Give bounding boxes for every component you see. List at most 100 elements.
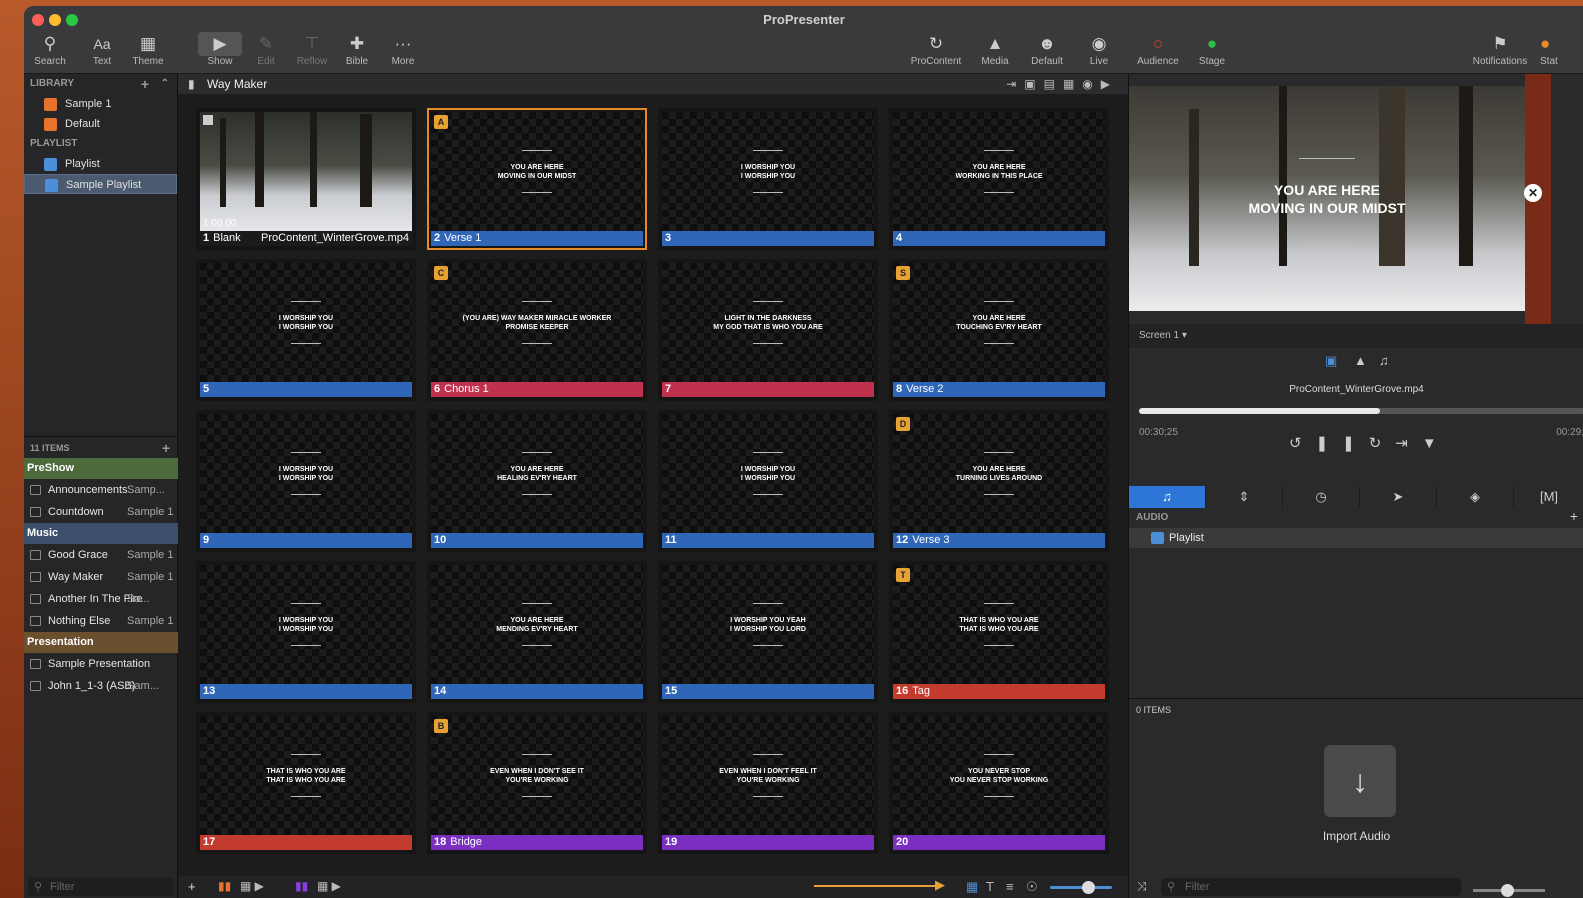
playlist-item-sample-playlist[interactable]: Sample Playlist	[24, 174, 177, 194]
slide-thumbnail[interactable]: 1:00.00 1 Blank ProContent_WinterGrove.mp4	[196, 108, 416, 250]
add-slide-icon[interactable]: +	[188, 879, 196, 894]
slide-thumbnail[interactable]: YOU ARE HERE TURNING LIVES AROUND D 12 Ver…	[889, 410, 1109, 552]
item-title: John 1_1-3 (ASB)	[48, 680, 136, 692]
collapse-icon[interactable]: ⌃	[161, 74, 169, 94]
list-item[interactable]: Way Maker Sample 1	[24, 566, 178, 588]
easy-view-icon[interactable]: ☉	[1026, 879, 1038, 895]
layout-icons-2[interactable]: ▦ ▶	[317, 879, 341, 893]
slide-thumbnail[interactable]: I WORSHIP YOU I WORSHIP YOU 3	[658, 108, 878, 250]
slide-label-bar: 18 Bridge	[431, 835, 643, 850]
sidebar-filter-input[interactable]: ⚲ Filter	[28, 878, 174, 896]
slide-canvas: YOU ARE HERE WORKING IN THIS PLACE	[893, 112, 1105, 231]
props-icon: ⇕	[1238, 489, 1250, 504]
slide-thumbnail[interactable]: LIGHT IN THE DARKNESS MY GOD THAT IS WHO…	[658, 259, 878, 401]
zoom-slider-knob[interactable]	[1082, 881, 1095, 894]
rewind-15-icon[interactable]: ↺	[1289, 435, 1316, 452]
library-item-sample-1[interactable]: Sample 1	[24, 94, 177, 114]
pause-icon[interactable]: ❚❚	[1316, 435, 1369, 452]
tab-timers[interactable]: ◷	[1283, 486, 1360, 508]
video-layer-icon[interactable]: ▣	[1325, 353, 1337, 369]
more-icon: ···	[394, 34, 412, 53]
slide-thumbnail[interactable]: THAT IS WHO YOU ARE THAT IS WHO YOU ARE …	[889, 561, 1109, 703]
list-item[interactable]: Another In The Fire Sa...	[24, 588, 178, 610]
tab-props[interactable]: ⇕	[1206, 486, 1283, 508]
grid-view-icon[interactable]: ▦	[966, 879, 978, 895]
slide-thumbnail[interactable]: I WORSHIP YOU I WORSHIP YOU 5	[196, 259, 416, 401]
group-color-icons-purple[interactable]: ▮▮	[295, 879, 308, 893]
slide-thumbnail[interactable]: I WORSHIP YOU I WORSHIP YOU 13	[196, 561, 416, 703]
add-audio-icon[interactable]: +	[1570, 508, 1578, 524]
media-progress-track[interactable]	[1139, 408, 1583, 414]
zoom-slider[interactable]	[1050, 886, 1112, 889]
tab-audio[interactable]: ♫	[1129, 486, 1206, 508]
slide-thumbnail[interactable]: YOU ARE HERE TOUCHING EV'RY HEART S 8 Vers…	[889, 259, 1109, 401]
play-icon: ▶	[198, 32, 242, 56]
marker-icon[interactable]: ▼	[1422, 435, 1451, 452]
layout-icons[interactable]: ▦ ▶	[240, 879, 264, 893]
slide-group-name: Verse 1	[444, 232, 482, 244]
search-button[interactable]: ⚲ Search	[24, 32, 78, 67]
slide-thumbnail[interactable]: EVEN WHEN I DON'T FEEL IT YOU'RE WORKING…	[658, 712, 878, 854]
list-item[interactable]: Countdown Sample 1	[24, 501, 178, 523]
view-tools-icons[interactable]: ⇥▣▤▦◉▶	[1006, 74, 1118, 94]
slide-thumbnail[interactable]: EVEN WHEN I DON'T SEE IT YOU'RE WORKING …	[427, 712, 647, 854]
live-button[interactable]: ◉ Live	[1071, 32, 1127, 67]
skip-back-10-icon[interactable]: ⇥	[1395, 435, 1422, 452]
slide-number: 14	[434, 685, 447, 697]
announcement-layer-icon[interactable]: ▲	[1354, 353, 1367, 368]
slide-thumbnail[interactable]: (YOU ARE) WAY MAKER MIRACLE WORKER PROMI…	[427, 259, 647, 401]
volume-knob[interactable]	[1501, 884, 1514, 897]
category-header[interactable]: Presentation	[24, 632, 178, 653]
list-item[interactable]: Announcements Samp...	[24, 479, 178, 501]
slide-thumbnail[interactable]: YOU ARE HERE WORKING IN THIS PLACE 4	[889, 108, 1109, 250]
screen-selector[interactable]: Screen 1 ▾	[1129, 324, 1583, 348]
tab-layers[interactable]: ◈	[1437, 486, 1514, 508]
shuffle-icon[interactable]: ⤨	[1137, 879, 1147, 894]
slide-thumbnail[interactable]: YOU ARE HERE HEALING EV'RY HEART 10	[427, 410, 647, 552]
clear-output-button[interactable]: ✕	[1524, 184, 1542, 202]
playlist-item-playlist[interactable]: Playlist	[24, 154, 177, 174]
add-item-icon[interactable]: +	[162, 437, 170, 459]
group-color-icons-orange[interactable]: ▮▮	[218, 879, 231, 893]
list-item[interactable]: Good Grace Sample 1	[24, 544, 178, 566]
forward-15-icon[interactable]: ↻	[1369, 435, 1396, 452]
audio-playlist-item[interactable]: Playlist	[1129, 528, 1583, 548]
slide-thumbnail[interactable]: YOU ARE HERE MOVING IN OUR MIDST A 2 Verse…	[427, 108, 647, 250]
procontent-button[interactable]: ↻ ProContent	[908, 32, 964, 67]
item-title: Countdown	[48, 506, 104, 518]
status-button[interactable]: ● Stat	[1540, 32, 1580, 67]
media-button[interactable]: ▲ Media	[967, 32, 1023, 67]
transport-controls[interactable]: ↺❚❚↻⇥▼	[1289, 434, 1451, 452]
presentation-icon	[30, 485, 41, 495]
audio-layer-icon[interactable]: ♫	[1379, 353, 1389, 368]
slide-thumbnail[interactable]: I WORSHIP YOU I WORSHIP YOU 11	[658, 410, 878, 552]
slide-lyric: LIGHT IN THE DARKNESS MY GOD THAT IS WHO…	[713, 314, 823, 331]
library-item-default[interactable]: Default	[24, 114, 177, 134]
slide-thumbnail[interactable]: YOU NEVER STOP YOU NEVER STOP WORKING 20	[889, 712, 1109, 854]
list-item[interactable]: Nothing Else Sample 1	[24, 610, 178, 632]
tab-macros[interactable]: [M]	[1514, 486, 1583, 508]
add-library-icon[interactable]: +	[141, 74, 149, 94]
category-header[interactable]: Music	[24, 523, 178, 544]
more-button[interactable]: ··· More	[375, 32, 431, 67]
slide-thumbnail[interactable]: YOU ARE HERE MENDING EV'RY HEART 14	[427, 561, 647, 703]
list-view-icon[interactable]: ≡	[1006, 879, 1014, 894]
slide-canvas: I WORSHIP YOU I WORSHIP YOU	[662, 414, 874, 533]
slide-number: 15	[665, 685, 678, 697]
category-header[interactable]: PreShow	[24, 458, 178, 479]
list-item[interactable]: John 1_1-3 (ASB) Sam...	[24, 675, 178, 697]
list-item[interactable]: Sample Presentation...	[24, 653, 178, 675]
import-audio-button[interactable]: ↓	[1324, 745, 1396, 817]
theme-button[interactable]: ▦ Theme	[120, 32, 176, 67]
stage-button[interactable]: ● Stage	[1184, 32, 1240, 67]
notifications-button[interactable]: ⚑ Notifications	[1464, 32, 1536, 67]
text-view-icon[interactable]: T	[986, 879, 994, 894]
slide-thumbnail[interactable]: I WORSHIP YOU I WORSHIP YOU 9	[196, 410, 416, 552]
default-button[interactable]: ☻ Default	[1019, 32, 1075, 67]
audience-button[interactable]: ○ Audience	[1130, 32, 1186, 67]
slide-thumbnail[interactable]: I WORSHIP YOU YEAH I WORSHIP YOU LORD 15	[658, 561, 878, 703]
arrow-head-icon: ▶	[935, 877, 945, 892]
tab-messages[interactable]: ➤	[1360, 486, 1437, 508]
audio-filter-input[interactable]: ⚲ Filter	[1161, 878, 1461, 896]
slide-thumbnail[interactable]: THAT IS WHO YOU ARE THAT IS WHO YOU ARE …	[196, 712, 416, 854]
